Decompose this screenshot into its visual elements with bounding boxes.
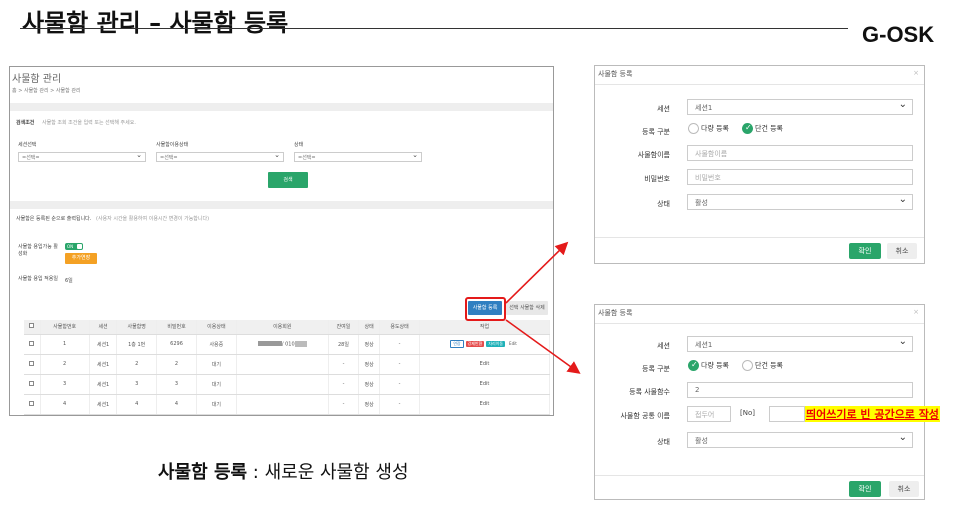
modal-title: 사물함 등록	[598, 70, 633, 78]
status-label: 상태	[657, 200, 670, 208]
arrow-to-single-modal	[505, 241, 569, 304]
session-select[interactable]: 세션1	[687, 99, 913, 115]
close-icon[interactable]: ×	[913, 69, 919, 77]
slide-caption: 사물함 등록 : 새로운 사물함 생성	[158, 458, 409, 484]
radio-checked-icon	[688, 360, 699, 371]
cancel-button[interactable]: 취소	[889, 481, 919, 497]
modal-title: 사물함 등록	[598, 309, 633, 317]
radio-multi[interactable]: 다량 등록	[688, 123, 729, 134]
status-select[interactable]: 활성	[687, 194, 913, 210]
radio-off-icon	[742, 360, 753, 371]
modal-divider	[595, 475, 924, 476]
common-name-label: 사물함 공통 이름	[620, 412, 670, 420]
status-select[interactable]: 활성	[687, 432, 913, 448]
count-label: 등록 사물함수	[629, 388, 670, 396]
confirm-button[interactable]: 확인	[849, 481, 881, 497]
arrow-to-multi-modal	[505, 319, 581, 374]
radio-checked-icon	[742, 123, 753, 134]
modal-divider	[595, 84, 924, 85]
locker-name-input[interactable]: 사물함이름	[687, 145, 913, 161]
radio-single[interactable]: 단건 등록	[742, 360, 783, 371]
modal-divider	[595, 237, 924, 238]
caption-bold: 사물함 등록	[158, 462, 248, 483]
register-modal-multi: 사물함 등록 × 세션 세션1 등록 구분 다량 등록 단건 등록 등록 사물함…	[594, 304, 925, 500]
no-token: [No]	[740, 409, 755, 417]
type-label: 등록 구분	[642, 365, 670, 373]
cancel-button[interactable]: 취소	[887, 243, 917, 259]
modal-divider	[595, 323, 924, 324]
session-label: 세션	[657, 105, 670, 113]
close-icon[interactable]: ×	[913, 308, 919, 316]
password-label: 비밀번호	[644, 175, 670, 183]
status-label: 상태	[657, 438, 670, 446]
caption-text: : 새로운 사물함 생성	[247, 462, 409, 483]
radio-multi[interactable]: 다량 등록	[688, 360, 729, 371]
register-modal-single: 사물함 등록 × 세션 세션1 등록 구분 다량 등록 단건 등록 사물함이름 …	[594, 65, 925, 264]
suffix-input[interactable]	[769, 406, 805, 422]
name-label: 사물함이름	[637, 151, 670, 159]
prefix-input[interactable]: 접두어	[687, 406, 731, 422]
session-select[interactable]: 세션1	[687, 336, 913, 352]
radio-single[interactable]: 단건 등록	[742, 123, 783, 134]
locker-count-input[interactable]: 2	[687, 382, 913, 398]
confirm-button[interactable]: 확인	[849, 243, 881, 259]
type-label: 등록 구분	[642, 128, 670, 136]
password-input[interactable]: 비밀번호	[687, 169, 913, 185]
spacing-note: 띄어쓰기로 빈 공간으로 작성	[805, 406, 940, 422]
session-label: 세션	[657, 342, 670, 350]
radio-off-icon	[688, 123, 699, 134]
